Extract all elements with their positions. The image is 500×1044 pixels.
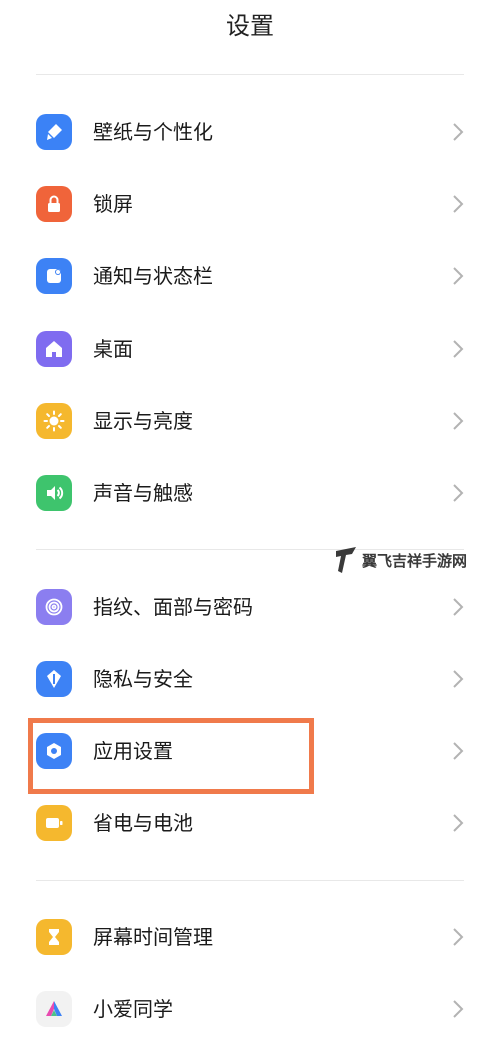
settings-item-label: 隐私与安全: [93, 667, 193, 691]
chevron-right-icon: [452, 411, 464, 431]
settings-item-label: 通知与状态栏: [93, 264, 213, 288]
chevron-right-icon: [452, 813, 464, 833]
divider: [36, 74, 464, 75]
settings-item-xiaoai[interactable]: 小爱同学: [0, 981, 500, 1037]
xiaoai-icon: [36, 991, 72, 1027]
watermark: 翼飞吉祥手游网: [334, 542, 467, 578]
settings-item-label: 声音与触感: [93, 481, 193, 505]
settings-item-label: 显示与亮度: [93, 409, 193, 433]
highlight-box: [28, 718, 314, 794]
chevron-right-icon: [452, 927, 464, 947]
chevron-right-icon: [452, 741, 464, 761]
settings-item-label: 指纹、面部与密码: [93, 595, 253, 619]
settings-item-label: 桌面: [93, 337, 133, 361]
chevron-right-icon: [452, 999, 464, 1019]
battery-icon: [36, 805, 72, 841]
settings-item-battery[interactable]: 省电与电池: [0, 795, 500, 851]
settings-item-lockscreen[interactable]: 锁屏: [0, 176, 500, 232]
page-title: 设置: [226, 12, 274, 40]
chevron-right-icon: [452, 669, 464, 689]
speaker-icon: [36, 475, 72, 511]
settings-item-desktop[interactable]: 桌面: [0, 321, 500, 377]
settings-item-privacy[interactable]: 隐私与安全: [0, 651, 500, 707]
settings-item-label: 壁纸与个性化: [93, 120, 213, 144]
privacy-shield-icon: [36, 661, 72, 697]
divider: [36, 880, 464, 881]
settings-item-label: 屏幕时间管理: [93, 925, 213, 949]
watermark-logo-icon: [336, 547, 356, 573]
watermark-text: 翼飞吉祥手游网: [362, 551, 468, 570]
settings-item-screen-time[interactable]: 屏幕时间管理: [0, 909, 500, 965]
fingerprint-icon: [36, 589, 72, 625]
chevron-right-icon: [452, 122, 464, 142]
settings-item-sound[interactable]: 声音与触感: [0, 465, 500, 521]
settings-item-notifications[interactable]: 通知与状态栏: [0, 248, 500, 304]
chevron-right-icon: [452, 597, 464, 617]
brush-icon: [36, 114, 72, 150]
chevron-right-icon: [452, 483, 464, 503]
lock-icon: [36, 186, 72, 222]
chevron-right-icon: [452, 339, 464, 359]
notification-icon: [36, 258, 72, 294]
home-icon: [36, 331, 72, 367]
settings-item-label: 锁屏: [93, 192, 133, 216]
settings-item-label: 省电与电池: [93, 811, 193, 835]
chevron-right-icon: [452, 266, 464, 286]
settings-item-display[interactable]: 显示与亮度: [0, 393, 500, 449]
settings-item-label: 小爱同学: [93, 997, 173, 1021]
hourglass-icon: [36, 919, 72, 955]
settings-item-fingerprint[interactable]: 指纹、面部与密码: [0, 579, 500, 635]
settings-item-wallpaper[interactable]: 壁纸与个性化: [0, 104, 500, 160]
chevron-right-icon: [452, 194, 464, 214]
sun-icon: [36, 403, 72, 439]
